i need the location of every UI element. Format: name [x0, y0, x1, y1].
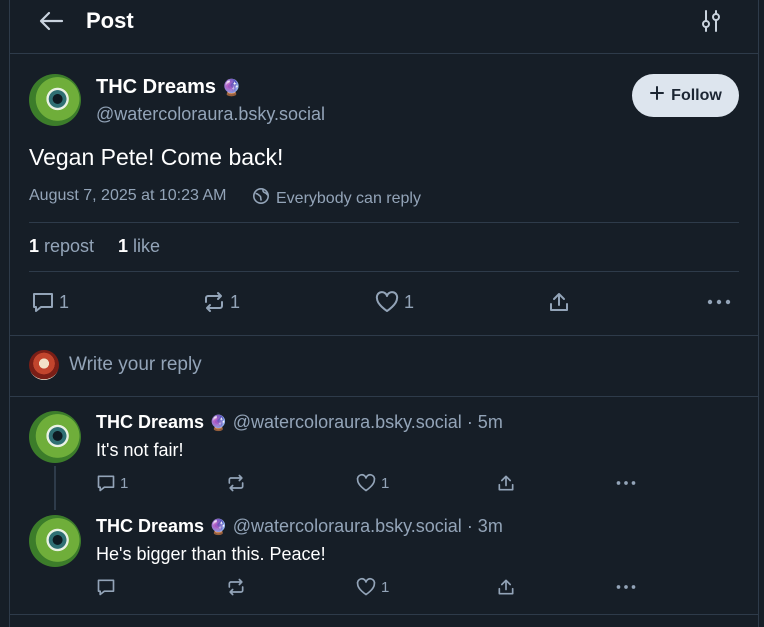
reply-like-button[interactable]: 1	[355, 473, 389, 493]
reply-reply-button[interactable]: 1	[96, 473, 128, 493]
header-divider	[10, 53, 758, 54]
reply-more-button[interactable]	[615, 577, 637, 597]
plus-icon	[649, 85, 665, 106]
reply-like-count: 1	[381, 474, 390, 492]
reply-share-button[interactable]	[496, 473, 516, 493]
reply-author-name[interactable]: THC Dreams	[96, 516, 204, 536]
reply-author-name[interactable]: THC Dreams	[96, 412, 204, 432]
repost-count-action: 1	[230, 291, 241, 312]
repost-count-stat[interactable]: 1 repost	[29, 236, 94, 257]
reply-avatar[interactable]	[29, 411, 81, 463]
like-button[interactable]: 1	[374, 290, 414, 314]
reply-text: It's not fair!	[96, 440, 184, 460]
reply-header: THC Dreams 🔮 @watercoloraura.bsky.social…	[96, 516, 503, 537]
back-arrow-icon[interactable]	[36, 8, 66, 34]
reply-text: He's bigger than this. Peace!	[96, 544, 326, 564]
more-icon	[615, 577, 637, 597]
settings-sliders-icon[interactable]	[698, 8, 724, 34]
reply-time[interactable]: · 5m	[467, 412, 503, 432]
author-display-name[interactable]: THC Dreams	[96, 76, 216, 98]
reply-more-button[interactable]	[615, 473, 637, 493]
like-count-label: like	[133, 236, 161, 256]
reply-count: 1	[59, 291, 70, 312]
more-icon	[706, 290, 732, 314]
reply-author-badge: 🔮	[209, 519, 228, 536]
post-timestamp[interactable]: August 7, 2025 at 10:23 AM	[29, 187, 226, 205]
post-text: Vegan Pete! Come back!	[29, 144, 284, 170]
stats-top-divider	[29, 222, 739, 223]
reply-share-button[interactable]	[496, 577, 516, 597]
repost-button[interactable]: 1	[202, 290, 240, 314]
share-icon	[547, 290, 571, 314]
reply-setting[interactable]: Everybody can reply	[252, 187, 421, 210]
like-icon	[355, 473, 377, 493]
like-icon	[374, 290, 400, 314]
repost-icon	[202, 290, 226, 314]
reply-icon	[31, 290, 55, 314]
repost-icon	[226, 473, 246, 493]
reply-author-handle[interactable]: @watercoloraura.bsky.social	[233, 412, 462, 432]
reply-icon	[96, 577, 116, 597]
like-icon	[355, 577, 377, 597]
repost-count: 1	[29, 236, 40, 256]
reply-button[interactable]: 1	[31, 290, 69, 314]
reply-repost-button[interactable]	[226, 473, 250, 493]
avatar[interactable]	[29, 74, 81, 126]
follow-button[interactable]: Follow	[632, 74, 739, 117]
share-icon	[496, 473, 516, 493]
more-icon	[615, 473, 637, 493]
composer-divider	[10, 396, 758, 397]
reply-author-badge: 🔮	[209, 415, 228, 432]
thread-bottom-divider	[10, 614, 758, 615]
my-avatar	[29, 350, 59, 380]
share-icon	[496, 577, 516, 597]
page-title: Post	[86, 8, 134, 33]
author-name-row[interactable]: THC Dreams 🔮	[96, 76, 242, 99]
reply-header: THC Dreams 🔮 @watercoloraura.bsky.social…	[96, 412, 503, 433]
reply-reply-count: 1	[120, 474, 129, 492]
reply-author-handle[interactable]: @watercoloraura.bsky.social	[233, 516, 462, 536]
stats-bottom-divider	[29, 271, 739, 272]
author-badge: 🔮	[221, 80, 242, 97]
more-options-button[interactable]	[706, 290, 732, 314]
like-count-action: 1	[404, 291, 415, 312]
author-handle[interactable]: @watercoloraura.bsky.social	[96, 104, 325, 125]
reply-setting-label: Everybody can reply	[276, 189, 421, 207]
reply-time[interactable]: · 3m	[467, 516, 503, 536]
reply-like-button[interactable]: 1	[355, 577, 389, 597]
follow-label: Follow	[671, 86, 722, 104]
like-count-stat[interactable]: 1 like	[118, 236, 160, 257]
reply-reply-button[interactable]	[96, 577, 120, 597]
repost-icon	[226, 577, 246, 597]
share-button[interactable]	[547, 290, 571, 314]
reply-avatar[interactable]	[29, 515, 81, 567]
globe-icon	[252, 187, 270, 210]
reply-input[interactable]: Write your reply	[69, 354, 202, 376]
thread-line	[54, 466, 56, 510]
post-divider	[10, 335, 758, 336]
reply-icon	[96, 473, 116, 493]
like-count: 1	[118, 236, 129, 256]
reply-repost-button[interactable]	[226, 577, 250, 597]
reply-like-count: 1	[381, 578, 390, 596]
repost-count-label: repost	[44, 236, 95, 256]
